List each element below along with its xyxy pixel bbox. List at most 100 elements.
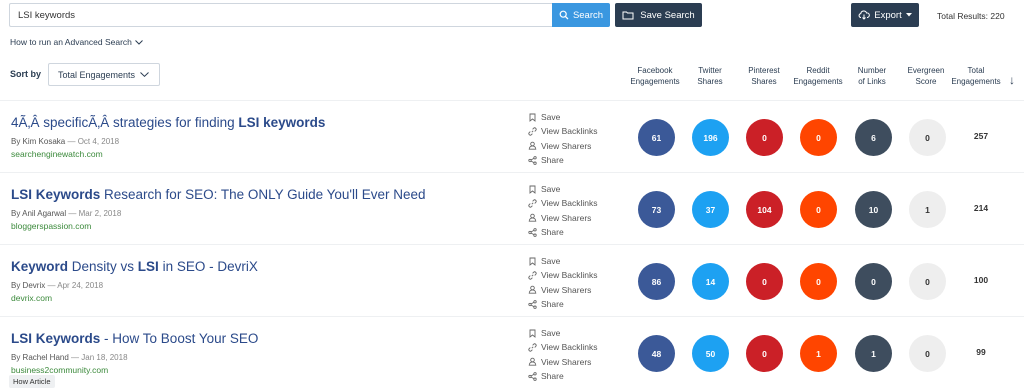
twitter-shares-badge[interactable]: 50 [692,335,729,372]
view-backlinks-label: View Backlinks [541,126,598,137]
view-sharers-label: View Sharers [541,284,592,295]
column-header-pinterest[interactable]: Pinterest Shares [734,65,794,87]
pinterest-shares-badge[interactable]: 0 [746,263,783,300]
reddit-engagements-badge[interactable]: 0 [800,119,837,156]
view-sharers-action[interactable]: View Sharers [528,355,598,369]
evergreen-score-badge[interactable]: 0 [909,263,946,300]
export-button[interactable]: Export [851,3,919,27]
result-actions: Save View Backlinks View Sharers Share [528,254,598,311]
share-action-label: Share [541,227,564,238]
result-date: — Jan 18, 2018 [68,353,128,362]
view-backlinks-action[interactable]: View Backlinks [528,196,598,210]
twitter-shares-badge[interactable]: 196 [692,119,729,156]
result-title[interactable]: Keyword Density vs LSI in SEO - DevriX [11,259,258,274]
pinterest-shares-badge[interactable]: 0 [746,335,783,372]
twitter-shares-badge[interactable]: 37 [692,191,729,228]
total-engagements-value: 257 [973,131,989,141]
evergreen-score-badge[interactable]: 0 [909,335,946,372]
result-title-part: LSI Keywords [11,187,101,202]
search-input[interactable] [9,3,552,27]
result-row: 4Ã‚Â specificÃ‚Â strategies for finding … [0,100,1024,172]
result-title-part: Density vs [68,259,138,274]
result-domain[interactable]: bloggerspassion.com [11,221,91,231]
number-of-links-badge[interactable]: 10 [855,191,892,228]
share-action[interactable]: Share [528,297,598,311]
evergreen-score-badge[interactable]: 1 [909,191,946,228]
share-action[interactable]: Share [528,225,598,239]
view-backlinks-label: View Backlinks [541,270,598,281]
result-title[interactable]: 4Ã‚Â specificÃ‚Â strategies for finding … [11,115,325,130]
result-title-part: LSI Keywords [11,331,101,346]
result-author[interactable]: By Devrix [11,281,45,290]
advanced-search-link[interactable]: How to run an Advanced Search [10,37,143,47]
result-title-part: Research for SEO: The ONLY Guide You'll … [100,187,426,202]
view-sharers-action[interactable]: View Sharers [528,283,598,297]
column-header-twitter[interactable]: Twitter Shares [680,65,740,87]
save-action-label: Save [541,184,561,195]
save-action[interactable]: Save [528,182,598,196]
reddit-engagements-badge[interactable]: 1 [800,335,837,372]
view-backlinks-action[interactable]: View Backlinks [528,268,598,282]
evergreen-score-badge[interactable]: 0 [909,119,946,156]
view-backlinks-action[interactable]: View Backlinks [528,124,598,138]
save-action-label: Save [541,112,561,123]
view-backlinks-label: View Backlinks [541,198,598,209]
chevron-down-icon [135,39,143,45]
result-date: — Mar 2, 2018 [66,209,122,218]
total-engagements-value: 214 [973,203,989,213]
pinterest-shares-badge[interactable]: 104 [746,191,783,228]
sort-select[interactable]: Total Engagements [48,63,160,86]
result-author[interactable]: By Anil Agarwal [11,209,66,218]
view-sharers-label: View Sharers [541,140,592,151]
column-header-facebook[interactable]: Facebook Engagements [625,65,685,87]
view-sharers-label: View Sharers [541,212,592,223]
column-header-total[interactable]: Total Engagements [946,65,1006,87]
pinterest-shares-badge[interactable]: 0 [746,119,783,156]
facebook-engagements-badge[interactable]: 73 [638,191,675,228]
search-button[interactable]: Search [552,3,610,27]
result-domain[interactable]: devrix.com [11,293,52,303]
reddit-engagements-badge[interactable]: 0 [800,191,837,228]
view-backlinks-label: View Backlinks [541,342,598,353]
export-label: Export [874,9,902,21]
column-header-links[interactable]: Number of Links [842,65,902,87]
result-row: LSI Keywords Research for SEO: The ONLY … [0,172,1024,244]
result-title[interactable]: LSI Keywords - How To Boost Your SEO [11,331,258,346]
reddit-engagements-badge[interactable]: 0 [800,263,837,300]
bookmark-icon [529,185,536,194]
sort-label: Sort by [10,69,42,79]
sort-descending-icon[interactable]: ↓ [1009,73,1015,87]
share-action[interactable]: Share [528,153,598,167]
save-action[interactable]: Save [528,110,598,124]
view-sharers-action[interactable]: View Sharers [528,139,598,153]
result-title[interactable]: LSI Keywords Research for SEO: The ONLY … [11,187,426,202]
result-domain[interactable]: searchenginewatch.com [11,149,103,159]
bookmark-icon [529,329,536,338]
result-domain[interactable]: business2community.com [11,365,108,375]
result-title-part: - How To Boost Your SEO [100,331,259,346]
view-backlinks-action[interactable]: View Backlinks [528,340,598,354]
facebook-engagements-badge[interactable]: 61 [638,119,675,156]
share-icon [528,155,537,165]
number-of-links-badge[interactable]: 0 [855,263,892,300]
share-action[interactable]: Share [528,369,598,383]
save-action-label: Save [541,328,561,339]
facebook-engagements-badge[interactable]: 86 [638,263,675,300]
result-author[interactable]: By Rachel Hand [11,353,69,362]
number-of-links-badge[interactable]: 6 [855,119,892,156]
user-icon [528,213,537,222]
result-title-part: 4Ã‚Â specificÃ‚Â strategies for finding [11,115,239,130]
link-icon [528,343,537,352]
save-action[interactable]: Save [528,254,598,268]
column-header-reddit[interactable]: Reddit Engagements [788,65,848,87]
twitter-shares-badge[interactable]: 14 [692,263,729,300]
result-author[interactable]: By Kim Kosaka [11,137,65,146]
view-sharers-action[interactable]: View Sharers [528,211,598,225]
facebook-engagements-badge[interactable]: 48 [638,335,675,372]
link-icon [528,271,537,280]
number-of-links-badge[interactable]: 1 [855,335,892,372]
save-search-button[interactable]: Save Search [615,3,702,27]
user-icon [528,357,537,366]
cloud-download-icon [858,10,871,20]
save-action[interactable]: Save [528,326,598,340]
